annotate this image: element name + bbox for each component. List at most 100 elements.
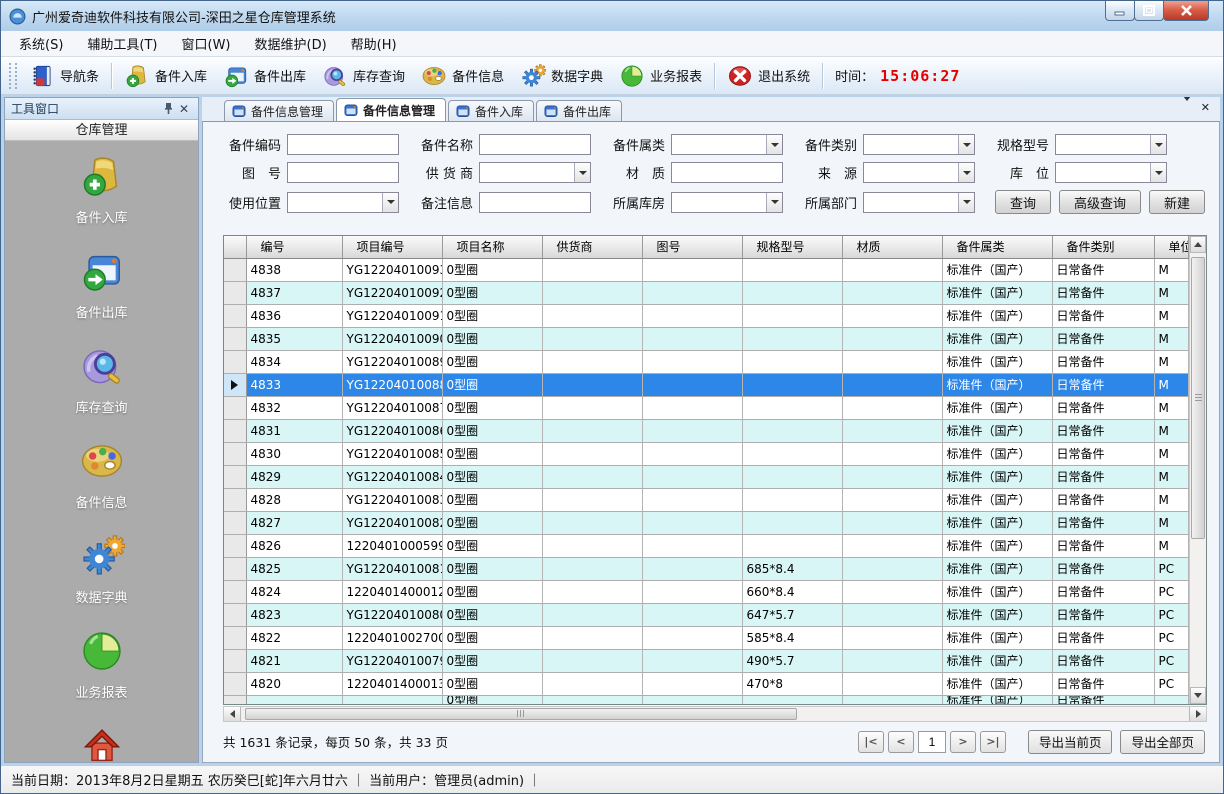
table-row[interactable]: 4833YG122040100880型圈标准件（国产）日常备件M: [224, 373, 1189, 396]
row-selector-cell[interactable]: [224, 695, 246, 704]
table-row[interactable]: 4838YG122040100930型圈标准件（国产）日常备件M: [224, 258, 1189, 281]
row-selector-cell[interactable]: [224, 488, 246, 511]
column-header[interactable]: 供货商: [542, 236, 642, 258]
table-row[interactable]: 482212204010027000型圈585*8.4标准件（国产）日常备件PC: [224, 626, 1189, 649]
table-row[interactable]: 4830YG122040100850型圈标准件（国产）日常备件M: [224, 442, 1189, 465]
row-selector-cell[interactable]: [224, 350, 246, 373]
table-row[interactable]: 4825YG122040100810型圈685*8.4标准件（国产）日常备件PC: [224, 557, 1189, 580]
combo-dropdown-icon[interactable]: [574, 163, 590, 182]
table-row[interactable]: 482412204014000120型圈660*8.4标准件（国产）日常备件PC: [224, 580, 1189, 603]
text-input[interactable]: [479, 134, 591, 155]
pin-icon[interactable]: [160, 101, 176, 117]
toolbar-button-report[interactable]: 业务报表: [611, 60, 710, 92]
tab-3[interactable]: 备件入库: [448, 100, 534, 121]
row-selector-cell[interactable]: [224, 281, 246, 304]
row-selector-cell[interactable]: [224, 327, 246, 350]
table-row[interactable]: 4831YG122040100860型圈标准件（国产）日常备件M: [224, 419, 1189, 442]
table-row[interactable]: 4829YG122040100840型圈标准件（国产）日常备件M: [224, 465, 1189, 488]
table-row[interactable]: 4835YG122040100900型圈标准件（国产）日常备件M: [224, 327, 1189, 350]
row-selector-cell[interactable]: [224, 603, 246, 626]
text-input[interactable]: [671, 162, 783, 183]
toolbar-button-stock-query[interactable]: 库存查询: [314, 60, 413, 92]
vertical-scrollbar[interactable]: [1189, 236, 1206, 704]
combo-box[interactable]: [863, 134, 975, 155]
menu-item-3[interactable]: 窗口(W): [170, 30, 243, 57]
menu-item-1[interactable]: 系统(S): [7, 30, 75, 57]
text-input[interactable]: [287, 134, 399, 155]
combo-box[interactable]: [863, 162, 975, 183]
sidebar-item-parts-info[interactable]: 备件信息: [5, 438, 198, 511]
toolbar-button-parts-in[interactable]: 备件入库: [116, 60, 215, 92]
tool-window-close-icon[interactable]: ✕: [176, 101, 192, 117]
new-button[interactable]: 新建: [1149, 190, 1205, 214]
row-selector-cell[interactable]: [224, 649, 246, 672]
export-current-page-button[interactable]: 导出当前页: [1028, 730, 1113, 754]
tab-4[interactable]: 备件出库: [536, 100, 622, 121]
combo-dropdown-icon[interactable]: [382, 193, 398, 212]
sidebar-item-stock-query[interactable]: 库存查询: [5, 343, 198, 416]
row-selector-cell[interactable]: [224, 373, 246, 396]
toolbar-button-exit[interactable]: 退出系统: [719, 60, 818, 92]
combo-dropdown-icon[interactable]: [1150, 163, 1166, 182]
combo-dropdown-icon[interactable]: [958, 193, 974, 212]
table-row[interactable]: 4827YG122040100820型圈标准件（国产）日常备件M: [224, 511, 1189, 534]
row-selector-cell[interactable]: [224, 258, 246, 281]
text-input[interactable]: [287, 162, 399, 183]
column-header[interactable]: 备件属类: [942, 236, 1052, 258]
sidebar-group-header[interactable]: 仓库管理: [5, 120, 198, 141]
table-row[interactable]: 4832YG122040100870型圈标准件（国产）日常备件M: [224, 396, 1189, 419]
horizontal-scroll-thumb[interactable]: [245, 708, 797, 720]
combo-box[interactable]: [479, 162, 591, 183]
column-header[interactable]: 项目名称: [442, 236, 542, 258]
text-input[interactable]: [479, 192, 591, 213]
table-row[interactable]: 0型圈标准件（国产）日常备件: [224, 695, 1189, 704]
toolbar-button-parts-info[interactable]: 备件信息: [413, 60, 512, 92]
last-page-button[interactable]: >|: [980, 731, 1006, 753]
column-header[interactable]: 备件类别: [1052, 236, 1154, 258]
combo-dropdown-icon[interactable]: [766, 193, 782, 212]
combo-box[interactable]: [1055, 162, 1167, 183]
row-selector-cell[interactable]: [224, 396, 246, 419]
column-header[interactable]: 规格型号: [742, 236, 842, 258]
table-row[interactable]: 482012204014000130型圈470*8标准件（国产）日常备件PC: [224, 672, 1189, 695]
tab-close-icon[interactable]: ✕: [1201, 101, 1210, 114]
query-button[interactable]: 查询: [995, 190, 1051, 214]
first-page-button[interactable]: |<: [858, 731, 884, 753]
scroll-right-icon[interactable]: [1189, 707, 1206, 721]
column-header[interactable]: 单位: [1154, 236, 1189, 258]
table-row[interactable]: 4836YG122040100910型圈标准件（国产）日常备件M: [224, 304, 1189, 327]
table-row[interactable]: 4828YG122040100830型圈标准件（国产）日常备件M: [224, 488, 1189, 511]
column-header[interactable]: 图号: [642, 236, 742, 258]
column-header[interactable]: 材质: [842, 236, 942, 258]
toolbar-button-data-dict[interactable]: 数据字典: [512, 60, 611, 92]
toolbar-grip[interactable]: [9, 63, 17, 89]
row-selector-cell[interactable]: [224, 304, 246, 327]
combo-dropdown-icon[interactable]: [958, 163, 974, 182]
sidebar-item-report[interactable]: 业务报表: [5, 628, 198, 701]
toolbar-button-nav-book[interactable]: 导航条: [21, 60, 107, 92]
close-button[interactable]: [1163, 1, 1209, 21]
combo-box[interactable]: [671, 192, 783, 213]
combo-box[interactable]: [671, 134, 783, 155]
combo-dropdown-icon[interactable]: [1150, 135, 1166, 154]
sidebar-item-data-dict[interactable]: 数据字典: [5, 533, 198, 606]
next-page-button[interactable]: >: [950, 731, 976, 753]
row-selector-cell[interactable]: [224, 511, 246, 534]
combo-box[interactable]: [287, 192, 399, 213]
combo-box[interactable]: [1055, 134, 1167, 155]
table-row[interactable]: 4834YG122040100890型圈标准件（国产）日常备件M: [224, 350, 1189, 373]
prev-page-button[interactable]: <: [888, 731, 914, 753]
column-header[interactable]: 编号: [246, 236, 342, 258]
advanced-query-button[interactable]: 高级查询: [1059, 190, 1141, 214]
row-selector-cell[interactable]: [224, 465, 246, 488]
minimize-button[interactable]: [1105, 1, 1135, 21]
toolbar-button-parts-out[interactable]: 备件出库: [215, 60, 314, 92]
tab-2[interactable]: 备件信息管理: [336, 98, 446, 121]
row-selector-cell[interactable]: [224, 672, 246, 695]
vertical-scroll-thumb[interactable]: [1191, 257, 1205, 539]
row-selector-cell[interactable]: [224, 626, 246, 649]
scroll-down-icon[interactable]: [1190, 687, 1206, 704]
menu-item-2[interactable]: 辅助工具(T): [75, 30, 169, 57]
sidebar-item-parts-in[interactable]: 备件入库: [5, 153, 198, 226]
row-selector-cell[interactable]: [224, 580, 246, 603]
